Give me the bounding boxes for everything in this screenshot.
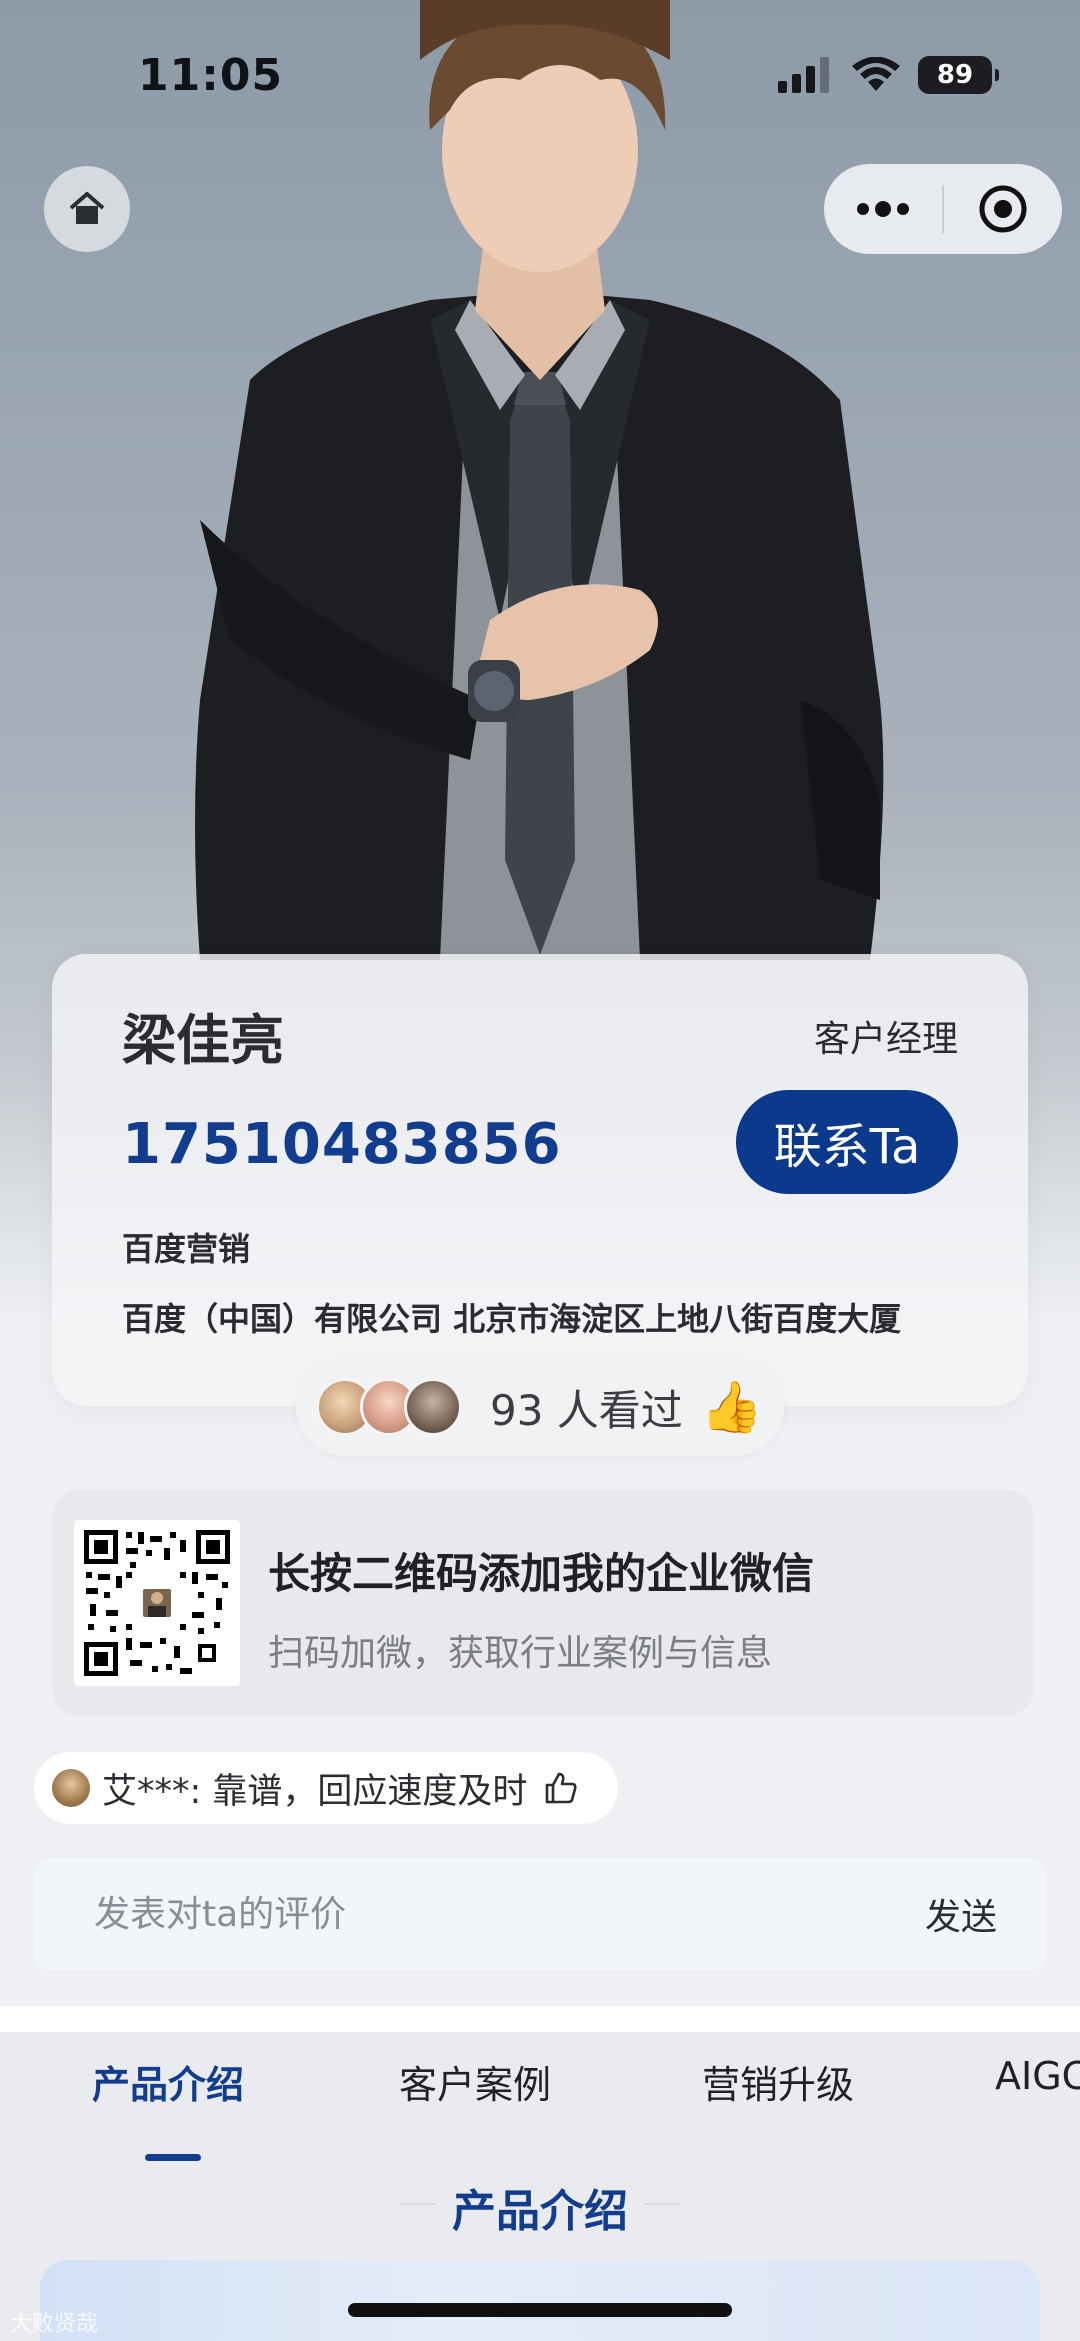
review-text: 艾***: 靠谱，回应速度及时 (102, 1771, 528, 1812)
tab-marketing-upgrade[interactable]: 营销升级 (702, 2054, 854, 2109)
tab-bar: 产品介绍 客户案例 营销升级 AIGC (0, 2054, 1080, 2161)
comment-box: 发送 (34, 1858, 1046, 1970)
home-icon (69, 192, 105, 224)
qr-code-icon (80, 1526, 234, 1680)
tab-aigc[interactable]: AIGC (995, 2054, 1080, 2098)
review-bubble: 艾***: 靠谱，回应速度及时 (34, 1752, 618, 1824)
tab-customer-cases[interactable]: 客户案例 (399, 2054, 551, 2109)
contact-button[interactable]: 联系Ta (736, 1090, 958, 1194)
section-divider (0, 2006, 1080, 2032)
status-icons: 89 (778, 56, 999, 94)
profile-company-address: 百度（中国）有限公司 北京市海淀区上地八街百度大厦 (122, 1300, 902, 1338)
profile-name: 梁佳亮 (122, 1009, 284, 1072)
mini-program-capsule (824, 164, 1062, 254)
more-dots-icon (857, 201, 909, 217)
avatar (404, 1378, 462, 1436)
like-button[interactable] (541, 1768, 581, 1808)
view-count-badge: 93 人看过 👍 (296, 1358, 784, 1456)
status-time: 11:05 (138, 50, 284, 101)
profile-phone[interactable]: 17510483856 (122, 1112, 562, 1177)
more-button[interactable] (824, 164, 942, 254)
content-section: 产品介绍 客户案例 营销升级 AIGC 产品介绍 (0, 2032, 1080, 2341)
section-title: 产品介绍 (0, 2175, 1080, 2239)
thumbs-up-outline-icon (546, 1772, 577, 1804)
avatar (52, 1769, 90, 1807)
battery-icon: 89 (918, 56, 999, 94)
home-button[interactable] (44, 166, 130, 252)
wifi-icon (852, 57, 900, 91)
active-tab-indicator (145, 2154, 201, 2161)
watermark: 大败贤哉 (10, 2312, 99, 2337)
thumbs-up-icon: 👍 (700, 1377, 764, 1436)
qr-code-image[interactable] (74, 1520, 240, 1686)
qr-title: 长按二维码添加我的企业微信 (268, 1549, 815, 1598)
qr-code-card: 长按二维码添加我的企业微信 扫码加微，获取行业案例与信息 (52, 1490, 1034, 1716)
target-icon (979, 185, 1027, 233)
viewer-avatars (316, 1378, 462, 1436)
comment-input[interactable] (34, 1858, 896, 1970)
product-banner (40, 2260, 1040, 2341)
person-illustration (195, 0, 884, 960)
tab-product-intro[interactable]: 产品介绍 (92, 2054, 244, 2109)
qr-subtitle: 扫码加微，获取行业案例与信息 (268, 1633, 773, 1674)
home-indicator[interactable] (348, 2303, 732, 2317)
send-button[interactable]: 发送 (896, 1858, 1026, 1970)
profile-card: 梁佳亮 客户经理 17510483856 联系Ta 百度营销 百度（中国）有限公… (52, 954, 1028, 1406)
view-count-text: 93 人看过 (490, 1385, 683, 1435)
cellular-signal-icon (778, 57, 829, 93)
close-mini-program-button[interactable] (944, 164, 1062, 254)
profile-department: 百度营销 (122, 1230, 251, 1268)
profile-role: 客户经理 (813, 1019, 958, 1060)
